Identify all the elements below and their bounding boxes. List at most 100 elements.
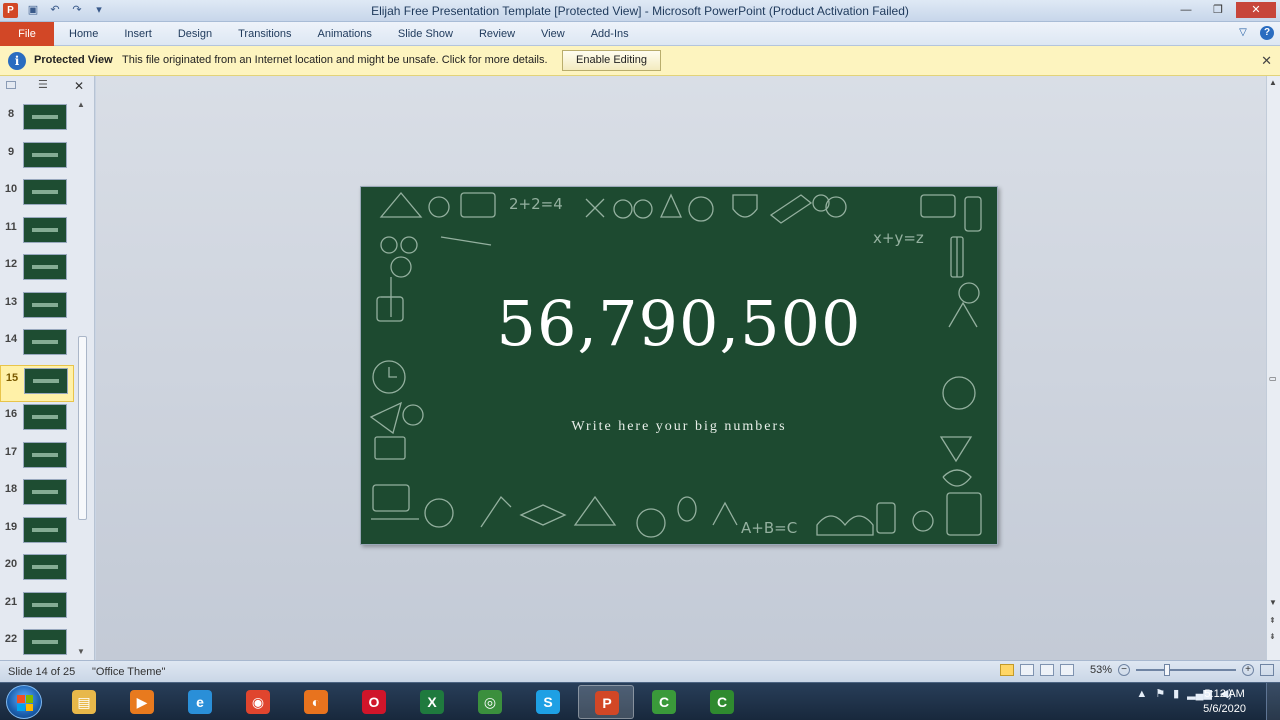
- scrollbar-thumb-marker[interactable]: ▭: [1269, 374, 1277, 383]
- zoom-in-button[interactable]: +: [1242, 664, 1254, 676]
- taskbar-media-player-button[interactable]: ▶: [114, 685, 170, 719]
- protected-view-message[interactable]: This file originated from an Internet lo…: [122, 54, 548, 66]
- slide-thumbnail-image[interactable]: [24, 367, 68, 394]
- zoom-level[interactable]: 53%: [1090, 664, 1112, 676]
- taskbar-excel-button[interactable]: X: [404, 685, 460, 719]
- slide-thumbnail-14[interactable]: 14: [0, 327, 74, 365]
- slide-thumbnail-18[interactable]: 18: [0, 477, 74, 515]
- minimize-button[interactable]: —: [1172, 2, 1200, 18]
- slide-thumbnail-image[interactable]: [23, 254, 67, 280]
- restore-button[interactable]: ❐: [1204, 2, 1232, 18]
- scrollbar-thumb[interactable]: [78, 336, 87, 520]
- slide-thumbnail-image[interactable]: [23, 591, 67, 618]
- taskbar-camtasia-1-button[interactable]: C: [636, 685, 692, 719]
- close-message-bar-icon[interactable]: ✕: [1261, 53, 1272, 69]
- slide-thumbnail-image[interactable]: [23, 216, 67, 243]
- theme-name[interactable]: "Office Theme": [92, 666, 165, 678]
- slide-thumbnail-image[interactable]: [23, 441, 67, 468]
- normal-view-icon[interactable]: [999, 664, 1014, 676]
- slide-number: 17: [4, 445, 18, 458]
- taskbar-internet-explorer-button[interactable]: e: [172, 685, 228, 719]
- slide-thumbnail-image[interactable]: [23, 516, 67, 543]
- network-icon[interactable]: ▮: [1173, 687, 1179, 700]
- tab-transitions[interactable]: Transitions: [225, 22, 304, 46]
- slide-thumbnail-pane: ☰ ✕ 8 9 10 11 12 13 14 15 16 17 18 19 20 21 22 ▲ ▼: [0, 76, 95, 660]
- previous-slide-icon[interactable]: ⇞: [1269, 616, 1276, 625]
- taskbar-skype-button[interactable]: S: [520, 685, 576, 719]
- slide-thumbnail-image[interactable]: [23, 141, 67, 168]
- slides-tab-icon[interactable]: [6, 81, 16, 89]
- enable-editing-button[interactable]: Enable Editing: [562, 50, 661, 71]
- taskbar-app-red-button[interactable]: ◉: [230, 685, 286, 719]
- show-desktop-button[interactable]: [1266, 683, 1280, 720]
- scroll-down-icon[interactable]: ▼: [1269, 598, 1277, 607]
- tray-expand-icon[interactable]: ▲: [1136, 688, 1147, 700]
- tab-home[interactable]: Home: [56, 22, 111, 46]
- slide-thumbnail-11[interactable]: 11: [0, 215, 74, 253]
- slide-thumbnail-22[interactable]: 22: [0, 627, 74, 665]
- slide-thumbnail-image[interactable]: [23, 629, 67, 655]
- zoom-slider-knob[interactable]: [1164, 664, 1170, 676]
- taskbar-chrome-button[interactable]: ◎: [462, 685, 518, 719]
- slide-subtitle[interactable]: Write here your big numbers: [361, 419, 997, 435]
- zoom-slider[interactable]: [1136, 664, 1236, 676]
- outline-tab-icon[interactable]: ☰: [38, 78, 48, 91]
- taskbar-camtasia-2-button[interactable]: C: [694, 685, 750, 719]
- slide-thumbnail-13[interactable]: 13: [0, 290, 74, 328]
- tab-slide-show[interactable]: Slide Show: [385, 22, 466, 46]
- flag-icon[interactable]: ⚑: [1155, 687, 1165, 700]
- taskbar-file-explorer-button[interactable]: ▤: [56, 685, 112, 719]
- thumbnail-scrollbar[interactable]: ▲ ▼: [76, 100, 88, 656]
- slide-thumbnail-9[interactable]: 9: [0, 140, 74, 178]
- slide-thumbnail-image[interactable]: [23, 479, 67, 505]
- taskbar-opera-button[interactable]: O: [346, 685, 402, 719]
- slide-thumbnail-image[interactable]: [23, 329, 67, 355]
- next-slide-icon[interactable]: ⇟: [1269, 632, 1276, 641]
- slide-thumbnail-17[interactable]: 17: [0, 440, 74, 478]
- scroll-up-icon[interactable]: ▲: [1269, 78, 1277, 87]
- current-slide[interactable]: 2+2=4 x+y=z A+B=C 56,790,500 Write here …: [360, 186, 998, 545]
- tab-add-ins[interactable]: Add-Ins: [578, 22, 642, 46]
- windows-taskbar: ▤ ▶ e ◉ ◐ O X ◎ S P C C ▲ ⚑ ▮ ▂▄▆ ◀) 5:12 AM 5/6/20…: [0, 682, 1280, 720]
- slide-thumbnail-19[interactable]: 19: [0, 515, 74, 553]
- taskbar-powerpoint-button[interactable]: P: [578, 685, 634, 719]
- clock[interactable]: 5:12 AM 5/6/2020: [1203, 687, 1246, 717]
- collapse-ribbon-icon[interactable]: ▽: [1236, 26, 1250, 40]
- file-explorer-icon: ▤: [72, 690, 96, 714]
- zoom-out-button[interactable]: −: [1118, 664, 1130, 676]
- slide-thumbnail-21[interactable]: 21: [0, 590, 74, 628]
- big-number-text[interactable]: 56,790,500: [361, 287, 997, 360]
- slide-thumbnail-12[interactable]: 12: [0, 252, 74, 290]
- tab-insert[interactable]: Insert: [111, 22, 165, 46]
- tab-review[interactable]: Review: [466, 22, 528, 46]
- fit-slide-icon[interactable]: [1260, 664, 1274, 676]
- clock-time: 5:12 AM: [1204, 688, 1245, 700]
- slide-sorter-view-icon[interactable]: [1019, 664, 1034, 676]
- slide-thumbnail-10[interactable]: 10: [0, 177, 74, 215]
- slide-vertical-scrollbar[interactable]: ▲ ▭ ▼ ⇞ ⇟: [1266, 76, 1280, 660]
- slide-show-view-icon[interactable]: [1059, 664, 1074, 676]
- close-button[interactable]: ✕: [1236, 2, 1276, 18]
- scroll-down-icon[interactable]: ▼: [77, 647, 85, 656]
- tab-view[interactable]: View: [528, 22, 578, 46]
- slide-thumbnail-8[interactable]: 8: [0, 102, 74, 140]
- help-icon[interactable]: ?: [1260, 26, 1274, 40]
- tab-file[interactable]: File: [0, 22, 54, 46]
- title-bar: P ▣ ↶ ↷ ▾ Elijah Free Presentation Templ…: [0, 0, 1280, 22]
- taskbar-firefox-button[interactable]: ◐: [288, 685, 344, 719]
- slide-thumbnail-image[interactable]: [23, 291, 67, 318]
- slide-number: 21: [4, 595, 18, 608]
- tab-animations[interactable]: Animations: [305, 22, 385, 46]
- slide-thumbnail-image[interactable]: [23, 104, 67, 130]
- tab-design[interactable]: Design: [165, 22, 225, 46]
- close-pane-icon[interactable]: ✕: [74, 79, 84, 93]
- scroll-up-icon[interactable]: ▲: [77, 100, 85, 109]
- slide-thumbnail-image[interactable]: [23, 179, 67, 205]
- slide-thumbnail-20[interactable]: 20: [0, 552, 74, 590]
- reading-view-icon[interactable]: [1039, 664, 1054, 676]
- start-button[interactable]: [6, 685, 42, 719]
- slide-thumbnail-15[interactable]: 15: [0, 364, 74, 402]
- slide-thumbnail-16[interactable]: 16: [0, 402, 74, 440]
- slide-thumbnail-image[interactable]: [23, 404, 67, 430]
- slide-thumbnail-image[interactable]: [23, 554, 67, 580]
